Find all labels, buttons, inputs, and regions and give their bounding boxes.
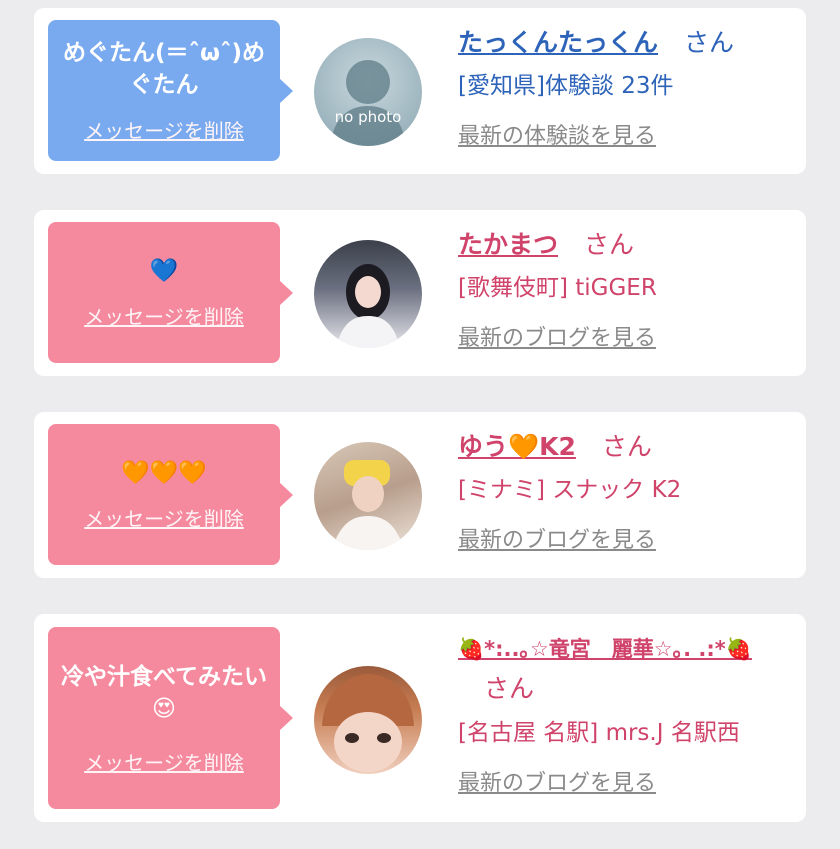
message-card: 💙 メッセージを削除 たかまつ さん [歌舞伎町] tiGGER 最新のブログを見… (34, 210, 806, 376)
user-info: たっくんたっくん さん [愛知県]体験談 23件 最新の体験談を見る (458, 24, 796, 150)
honorific: さん (484, 674, 535, 703)
user-subtitle: [ミナミ] スナック K2 (458, 477, 682, 503)
user-name-link[interactable]: たかまつ (458, 230, 558, 259)
user-name-link[interactable]: たっくんたっくん (458, 28, 658, 57)
message-card: 🧡🧡🧡 メッセージを削除 ゆう🧡K2 さん [ミナミ] スナック K2 最新のブロ… (34, 412, 806, 578)
message-card: めぐたん(＝ˆωˆ)めぐたん メッセージを削除 no photo たっくんたっく… (34, 8, 806, 174)
no-photo-label: no photo (334, 108, 402, 126)
user-name-link[interactable]: ゆう🧡K2 (458, 432, 576, 461)
user-name-link[interactable]: 🍓*:..｡☆竜宮 麗華☆｡. .:*🍓 (458, 637, 752, 661)
message-text: 冷や汁食べてみたい😍 (60, 663, 268, 722)
avatar[interactable] (314, 666, 422, 774)
delete-message-link[interactable]: メッセージを削除 (84, 503, 244, 532)
latest-post-link[interactable]: 最新のブログを見る (458, 522, 796, 554)
user-subtitle: [歌舞伎町] tiGGER (458, 275, 657, 301)
profile-photo-icon (322, 674, 414, 772)
latest-post-link[interactable]: 最新のブログを見る (458, 320, 796, 352)
no-photo-silhouette-icon (330, 60, 406, 146)
delete-message-link[interactable]: メッセージを削除 (84, 115, 244, 144)
latest-post-link[interactable]: 最新の体験談を見る (458, 118, 796, 150)
profile-photo-icon (336, 264, 400, 348)
message-bubble: 🧡🧡🧡 メッセージを削除 (48, 424, 293, 565)
honorific: さん (584, 230, 635, 259)
message-text: 🧡🧡🧡 (121, 460, 207, 486)
user-info: ゆう🧡K2 さん [ミナミ] スナック K2 最新のブログを見る (458, 428, 796, 554)
delete-message-link[interactable]: メッセージを削除 (84, 301, 244, 330)
honorific: さん (684, 28, 735, 57)
message-text: めぐたん(＝ˆωˆ)めぐたん (62, 40, 265, 98)
message-text: 💙 (149, 258, 179, 284)
delete-message-link[interactable]: メッセージを削除 (84, 747, 244, 776)
avatar[interactable] (314, 442, 422, 550)
user-info: 🍓*:..｡☆竜宮 麗華☆｡. .:*🍓 さん [名古屋 名駅] mrs.J 名駅… (458, 628, 796, 797)
honorific: さん (601, 432, 652, 461)
message-bubble: 冷や汁食べてみたい😍 メッセージを削除 (48, 627, 293, 809)
profile-photo-icon (332, 460, 404, 550)
message-card: 冷や汁食べてみたい😍 メッセージを削除 🍓*:..｡☆竜宮 麗華☆｡. .:*🍓… (34, 614, 806, 822)
avatar[interactable]: no photo (314, 38, 422, 146)
latest-post-link[interactable]: 最新のブログを見る (458, 765, 796, 797)
user-info: たかまつ さん [歌舞伎町] tiGGER 最新のブログを見る (458, 226, 796, 352)
message-bubble: 💙 メッセージを削除 (48, 222, 293, 363)
user-subtitle: [愛知県]体験談 23件 (458, 73, 674, 99)
user-subtitle: [名古屋 名駅] mrs.J 名駅西 (458, 720, 740, 746)
message-bubble: めぐたん(＝ˆωˆ)めぐたん メッセージを削除 (48, 20, 293, 161)
avatar[interactable] (314, 240, 422, 348)
